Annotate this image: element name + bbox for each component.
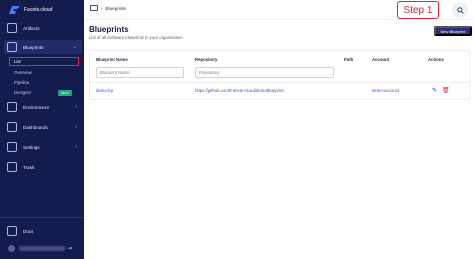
sidebar-subitem-label: List — [14, 59, 21, 64]
trash-icon — [7, 162, 17, 172]
chevron-right-icon: › — [75, 144, 77, 150]
delete-icon[interactable]: 🗑 — [442, 87, 450, 94]
sidebar-item-environment[interactable]: Environment › — [4, 100, 82, 114]
sidebar-subitem-list[interactable]: List — [9, 57, 79, 66]
sidebar-subitem-designer[interactable]: Designer BETA — [10, 88, 78, 97]
settings-icon — [7, 142, 17, 152]
repository-filter-input[interactable] — [195, 67, 334, 78]
repository-link[interactable]: https://github.com/Facets-cloud/demoBlue… — [195, 88, 284, 93]
user-profile[interactable]: ⇥ — [4, 243, 82, 253]
sidebar-item-artifacts[interactable]: Artifacts — [4, 21, 82, 35]
chevron-right-icon: › — [75, 104, 77, 110]
step-label: Step 1 — [397, 1, 439, 19]
topbar: › Blueprints Step 1 — [84, 0, 474, 20]
sidebar-divider — [0, 217, 84, 218]
logout-icon[interactable]: ⇥ — [67, 245, 72, 252]
logo[interactable]: Facets.cloud — [9, 5, 52, 15]
environment-icon — [7, 102, 17, 112]
chevron-right-icon: › — [75, 124, 77, 130]
breadcrumb-separator: › — [101, 5, 103, 11]
sidebar-item-dashboards[interactable]: Dashboards › — [4, 120, 82, 134]
blueprint-name-link[interactable]: demo-bp — [96, 88, 113, 93]
column-header-path: Path — [344, 57, 354, 62]
sidebar-item-docs[interactable]: Docs — [4, 224, 82, 238]
new-blueprint-button[interactable]: New Blueprint — [434, 26, 472, 36]
sidebar-item-blueprints[interactable]: Blueprints ⌄ — [4, 40, 82, 54]
sidebar-item-label: Docs — [23, 228, 34, 234]
sidebar-subitem-pipeline[interactable]: Pipeline — [10, 78, 78, 87]
sidebar-item-label: Settings — [23, 144, 40, 150]
search-button[interactable] — [452, 2, 468, 18]
sidebar-item-label: Environment — [23, 104, 49, 110]
column-header-account: Account — [372, 57, 390, 62]
page-title: Blueprints — [89, 25, 129, 34]
sidebar-item-label: Trash — [23, 164, 35, 170]
chevron-down-icon: ⌄ — [72, 44, 77, 50]
sidebar: Facets.cloud Artifacts Blueprints ⌄ List… — [0, 0, 84, 259]
edit-icon[interactable]: ✎ — [432, 87, 437, 94]
sidebar-subitem-label: Overview — [14, 70, 32, 75]
sidebar-subitem-overview[interactable]: Overview — [10, 68, 78, 77]
account-link[interactable]: demo-account — [372, 88, 399, 93]
blueprint-name-filter-input[interactable] — [96, 67, 184, 78]
blueprints-table: Blueprint Name Repository Path Account A… — [89, 50, 470, 100]
user-name-redacted — [19, 245, 65, 251]
sidebar-item-settings[interactable]: Settings › — [4, 140, 82, 154]
dashboards-icon — [7, 122, 17, 132]
page-subtitle: List of all Software blueprints in your … — [89, 35, 183, 40]
search-icon — [456, 6, 464, 14]
sidebar-subitem-label: Pipeline — [14, 80, 30, 85]
row-divider — [90, 82, 469, 83]
blueprints-icon — [7, 42, 17, 52]
sidebar-subitem-label: Designer — [14, 90, 32, 95]
sidebar-item-label: Blueprints — [23, 44, 44, 50]
keyboard-icon[interactable] — [90, 5, 98, 11]
docs-icon — [7, 226, 17, 236]
beta-badge: BETA — [58, 90, 72, 96]
sidebar-item-label: Dashboards — [23, 124, 48, 130]
artifacts-icon — [7, 23, 17, 33]
avatar — [8, 244, 15, 252]
breadcrumb: › Blueprints — [90, 5, 126, 11]
sidebar-item-trash[interactable]: Trash — [4, 160, 82, 174]
column-header-actions: Actions — [428, 57, 444, 62]
sidebar-item-label: Artifacts — [23, 25, 40, 31]
facets-logo-icon — [9, 6, 20, 14]
logo-text: Facets.cloud — [24, 7, 53, 13]
column-header-repository: Repository — [195, 57, 218, 62]
breadcrumb-item-blueprints[interactable]: Blueprints — [106, 6, 126, 11]
column-header-name: Blueprint Name — [96, 57, 128, 62]
